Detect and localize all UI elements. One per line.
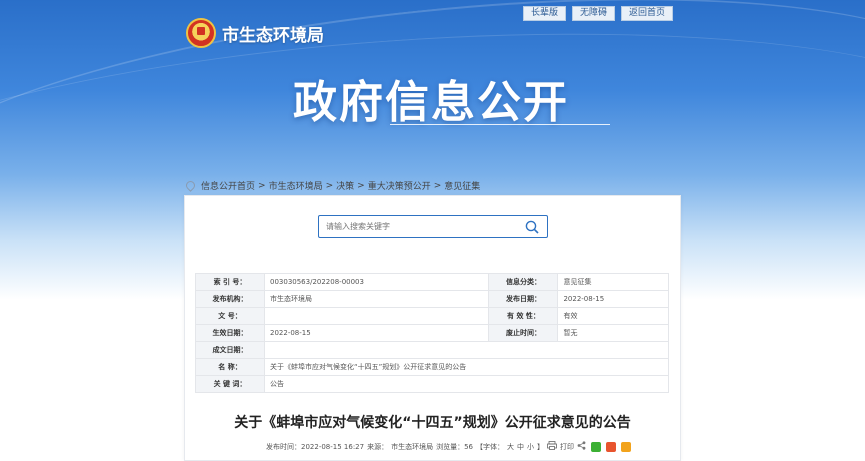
search-box — [318, 215, 548, 238]
wechat-share-icon[interactable] — [591, 441, 602, 452]
publish-time: 发布时间：2022-08-15 16:27 — [266, 442, 365, 451]
docno-value — [263, 307, 490, 325]
validity-label: 有 效 性： — [488, 307, 559, 325]
font-large-button[interactable]: 大 — [507, 442, 514, 452]
page-title: 政府信息公开 — [293, 77, 569, 128]
breadcrumb-link[interactable]: 决策 — [336, 179, 354, 192]
keyword-value: 公告 — [264, 375, 669, 393]
pubdate-value: 2022-08-15 — [557, 290, 669, 308]
publisher-value: 市生态环境局 — [263, 290, 490, 308]
effective-value: 2022-08-15 — [263, 324, 490, 342]
print-button[interactable]: 打印 — [560, 442, 574, 452]
keyword-label: 关 键 词： — [195, 375, 265, 393]
category-value: 意见征集 — [557, 273, 669, 291]
pubdate-label: 发布日期： — [488, 290, 559, 308]
content-card: 索 引 号： 003030563/202208-00003 信息分类： 意见征集… — [184, 195, 681, 461]
title-underline — [390, 124, 610, 125]
name-value: 关于《蚌埠市应对气候变化“十四五”规划》公开征求意见的公告 — [264, 358, 669, 376]
abolish-value: 暂无 — [557, 324, 669, 342]
search-icon[interactable] — [525, 219, 539, 238]
elder-mode-button[interactable]: 长辈版 — [522, 6, 566, 21]
site-logo[interactable]: 市生态环境局 — [186, 18, 324, 48]
document-title: 关于《蚌埠市应对气候变化“十四五”规划》公开征求意见的公告 — [234, 415, 631, 431]
breadcrumb-link[interactable]: 意见征集 — [444, 179, 480, 192]
weibo-share-icon[interactable] — [606, 441, 617, 452]
category-label: 信息分类： — [488, 273, 559, 291]
view-count: 浏览量：56 — [436, 442, 474, 451]
breadcrumb-link[interactable]: 市生态环境局 — [269, 179, 323, 192]
validity-value: 有效 — [557, 307, 669, 325]
home-button[interactable]: 返回首页 — [620, 6, 673, 21]
font-small-button[interactable]: 小 — [527, 442, 534, 452]
publisher-label: 发布机构： — [195, 290, 265, 308]
index-label: 索 引 号： — [195, 273, 265, 291]
share-icon[interactable] — [577, 441, 586, 452]
effective-label: 生效日期： — [195, 324, 265, 342]
org-name: 市生态环境局 — [222, 25, 324, 46]
source-value: 市生态环境局 — [391, 442, 434, 451]
abolish-label: 废止时间： — [488, 324, 559, 342]
document-meta: 发布时间：2022-08-15 16:27 来源： 市生态环境局 浏览量：56 … — [266, 441, 632, 452]
accessibility-button[interactable]: 无障碍 — [571, 6, 615, 21]
font-size-prefix: 【字体： — [476, 442, 505, 451]
font-medium-button[interactable]: 中 — [517, 442, 524, 452]
qzone-share-icon[interactable] — [621, 441, 632, 452]
top-nav: 长辈版 无障碍 返回首页 — [522, 6, 673, 21]
font-size-suffix: 】 — [537, 442, 545, 451]
index-value: 003030563/202208-00003 — [263, 273, 490, 291]
info-meta-table: 索 引 号： 003030563/202208-00003 信息分类： 意见征集… — [195, 273, 669, 393]
breadcrumb-link[interactable]: 重大决策预公开 — [368, 179, 431, 192]
breadcrumb-link[interactable]: 信息公开首页 — [201, 179, 255, 192]
source-label: 来源： — [367, 442, 389, 451]
formed-label: 成文日期： — [195, 341, 265, 359]
breadcrumb: 信息公开首页 > 市生态环境局 > 决策 > 重大决策预公开 > 意见征集 — [184, 179, 480, 192]
name-label: 名 称： — [195, 358, 265, 376]
formed-value — [264, 341, 669, 359]
docno-label: 文 号： — [195, 307, 265, 325]
national-emblem-icon — [186, 18, 216, 48]
print-icon[interactable] — [547, 441, 557, 452]
location-pin-icon — [184, 179, 197, 192]
search-input[interactable] — [324, 221, 518, 232]
